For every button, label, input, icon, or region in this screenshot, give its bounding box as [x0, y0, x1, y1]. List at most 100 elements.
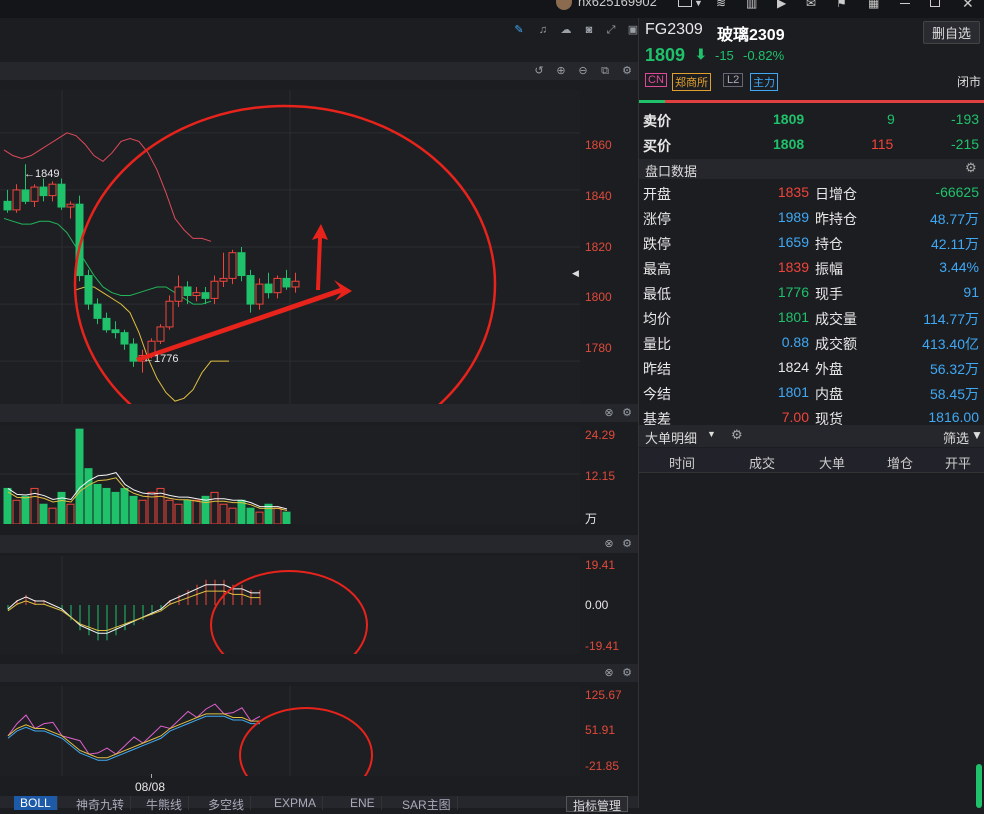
- volume-bar: [282, 511, 291, 524]
- close-pane-icon[interactable]: ⊗: [602, 406, 616, 420]
- date-tick: [151, 774, 152, 778]
- current-price-marker-icon: ◀: [572, 268, 579, 278]
- pin-icon[interactable]: ⚑: [836, 0, 847, 10]
- grid-icon[interactable]: ▦: [868, 0, 879, 10]
- col-deal[interactable]: 成交: [749, 453, 775, 472]
- layers-icon[interactable]: ≋: [716, 0, 726, 10]
- candle-body: [201, 292, 210, 299]
- candle-body: [255, 283, 264, 305]
- bid-delta: -215: [951, 136, 980, 152]
- col-bigorder[interactable]: 大单: [819, 453, 845, 472]
- pane-settings-icon[interactable]: ⚙: [620, 537, 634, 551]
- chevron-down-icon[interactable]: ▼: [707, 429, 716, 439]
- volume-bar: [129, 495, 138, 524]
- handicap-label: 昨持仓: [815, 211, 857, 227]
- handicap-value: 1835: [777, 184, 809, 200]
- close-icon[interactable]: ✕: [962, 0, 974, 12]
- volume-bar: [246, 507, 255, 524]
- pane-settings-icon[interactable]: ⚙: [620, 406, 634, 420]
- pen-icon[interactable]: ✎: [512, 23, 526, 37]
- scrollbar-thumb[interactable]: [976, 764, 982, 808]
- volume-bar: [219, 503, 228, 524]
- settings-icon[interactable]: ⚙: [620, 64, 634, 78]
- col-position-change[interactable]: 增仓: [887, 453, 913, 472]
- mail-icon[interactable]: ✉: [806, 0, 816, 10]
- macd-chart[interactable]: [0, 556, 580, 654]
- macd-chart-pane[interactable]: [0, 556, 580, 654]
- candle-body: [264, 283, 273, 294]
- volume-bar: [264, 503, 273, 524]
- handicap-settings-icon[interactable]: ⚙: [965, 160, 977, 176]
- col-open-close[interactable]: 开平: [945, 453, 971, 472]
- zoom-in-icon[interactable]: ⊕: [554, 64, 568, 78]
- restore-icon[interactable]: [930, 0, 940, 7]
- close-pane-icon[interactable]: ⊗: [602, 537, 616, 551]
- undo-icon[interactable]: ↺: [532, 64, 546, 78]
- handicap-value: 1839: [777, 259, 809, 275]
- kdj-chart-pane[interactable]: [0, 686, 580, 776]
- minimize-icon[interactable]: [900, 3, 910, 4]
- handicap-label: 日增仓: [815, 186, 857, 202]
- volume-bar: [183, 499, 192, 524]
- bigorder-title[interactable]: 大单明细: [645, 428, 697, 447]
- handicap-value: -66625: [935, 184, 979, 200]
- last-price: 1809: [645, 45, 686, 65]
- pane-settings-icon[interactable]: ⚙: [620, 666, 634, 680]
- candle-body: [273, 277, 282, 294]
- fullscreen-icon[interactable]: ⤢: [604, 23, 618, 37]
- kdj-chart[interactable]: [0, 686, 580, 776]
- annotation-circle: [210, 570, 368, 654]
- volume-chart[interactable]: [0, 426, 580, 524]
- volume-chart-pane[interactable]: [0, 426, 580, 524]
- volume-unit: 万: [585, 512, 598, 526]
- handicap-label: 均价: [643, 311, 671, 327]
- quote-panel: FG2309 玻璃2309 删自选 1809 ⬇ -15 -0.82% CN 郑…: [638, 18, 984, 808]
- ask-row: 卖价 1809 9 -193: [639, 107, 984, 132]
- play-icon[interactable]: ▶: [777, 0, 786, 10]
- volume-bar: [3, 487, 12, 524]
- filter-button[interactable]: 筛选: [943, 428, 969, 447]
- username-label[interactable]: hx625169902: [578, 0, 657, 9]
- volume-bar: [273, 507, 282, 524]
- message-icon[interactable]: [678, 0, 692, 7]
- price-tick-1780: 1780: [585, 341, 612, 355]
- candle-body: [111, 329, 120, 334]
- remove-watchlist-button[interactable]: 删自选: [923, 21, 981, 44]
- macd-tick-min: -19.41: [585, 639, 620, 653]
- d-line: [7, 713, 260, 759]
- cloud-icon[interactable]: ☁: [559, 23, 573, 37]
- volume-bar: [228, 507, 237, 524]
- bell-icon[interactable]: ♫: [536, 23, 550, 37]
- handicap-label: 现手: [815, 286, 843, 302]
- candle-body: [30, 186, 39, 202]
- candlestick-chart[interactable]: [0, 90, 580, 404]
- zoom-out-icon[interactable]: ⊖: [576, 64, 590, 78]
- filter-icon[interactable]: ▼: [971, 428, 983, 442]
- bigorder-settings-icon[interactable]: ⚙: [731, 427, 743, 443]
- book-icon[interactable]: ▥: [746, 0, 757, 10]
- macd-tick-max: 19.41: [585, 558, 616, 572]
- crop-icon[interactable]: ⧉: [598, 64, 612, 78]
- handicap-value: 1801: [777, 309, 809, 325]
- close-pane-icon[interactable]: ⊗: [602, 666, 616, 680]
- handicap-label: 涨停: [643, 211, 671, 227]
- handicap-value: 7.00: [781, 409, 809, 425]
- handicap-title: 盘口数据: [645, 164, 698, 179]
- handicap-label: 最低: [643, 286, 671, 302]
- candle-body: [183, 286, 192, 297]
- dropdown-arrow-icon[interactable]: ▼: [694, 0, 703, 8]
- avatar[interactable]: [556, 0, 572, 10]
- handicap-label: 量比: [643, 336, 671, 352]
- camera-icon[interactable]: ◙: [582, 23, 596, 37]
- volume-bar: [111, 491, 120, 524]
- price-chart-pane[interactable]: [0, 90, 580, 404]
- handicap-label: 外盘: [815, 361, 843, 377]
- volume-tick-mid: 12.15: [585, 469, 616, 483]
- date-label: 08/08: [135, 780, 166, 794]
- col-time[interactable]: 时间: [669, 453, 695, 472]
- volume-pane-header: ⊗ ⚙: [0, 404, 638, 422]
- indicator-manage-button[interactable]: 指标管理: [566, 796, 629, 813]
- ask-label: 卖价: [643, 113, 671, 129]
- bigorder-header: 大单明细 ▼ ⚙ 筛选 ▼: [639, 425, 984, 447]
- volume-bar: [57, 491, 66, 524]
